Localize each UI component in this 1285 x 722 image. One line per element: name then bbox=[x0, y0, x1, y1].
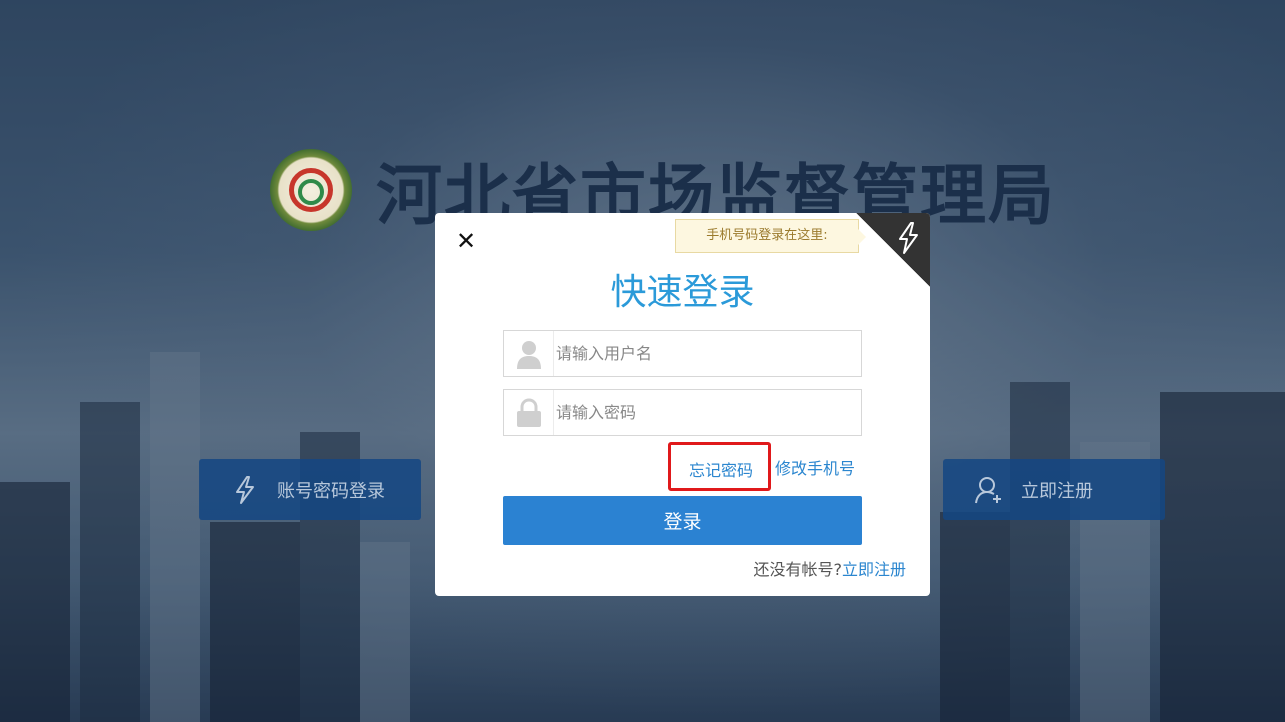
emblem-logo bbox=[270, 149, 352, 231]
close-icon[interactable]: ✕ bbox=[455, 229, 477, 253]
forgot-password-highlight: 忘记密码 bbox=[668, 442, 771, 491]
password-input[interactable] bbox=[554, 392, 861, 433]
account-login-label: 账号密码登录 bbox=[277, 480, 385, 502]
lock-icon bbox=[504, 390, 554, 435]
lightning-icon bbox=[236, 475, 254, 504]
register-side-label: 立即注册 bbox=[1021, 480, 1093, 502]
login-modal: ✕ 手机号码登录在这里: 快速登录 忘记密码 修改手机号 登录 还没有帐号? bbox=[435, 213, 930, 596]
forgot-password-link[interactable]: 忘记密码 bbox=[689, 457, 753, 481]
register-link[interactable]: 立即注册 bbox=[842, 560, 906, 579]
account-login-button[interactable]: 账号密码登录 bbox=[199, 459, 421, 520]
phone-login-tip: 手机号码登录在这里: bbox=[675, 219, 866, 253]
user-add-icon bbox=[975, 476, 1001, 503]
register-prompt: 还没有帐号?立即注册 bbox=[753, 556, 906, 580]
modal-title: 快速登录 bbox=[610, 272, 755, 313]
change-phone-link[interactable]: 修改手机号 bbox=[775, 455, 855, 479]
username-input[interactable] bbox=[554, 333, 861, 374]
username-field[interactable] bbox=[503, 330, 862, 377]
register-side-button[interactable]: 立即注册 bbox=[943, 459, 1165, 520]
user-icon bbox=[504, 331, 554, 376]
no-account-text: 还没有帐号? bbox=[753, 560, 842, 579]
password-field[interactable] bbox=[503, 389, 862, 436]
login-button[interactable]: 登录 bbox=[503, 496, 862, 545]
lightning-icon bbox=[899, 222, 918, 254]
